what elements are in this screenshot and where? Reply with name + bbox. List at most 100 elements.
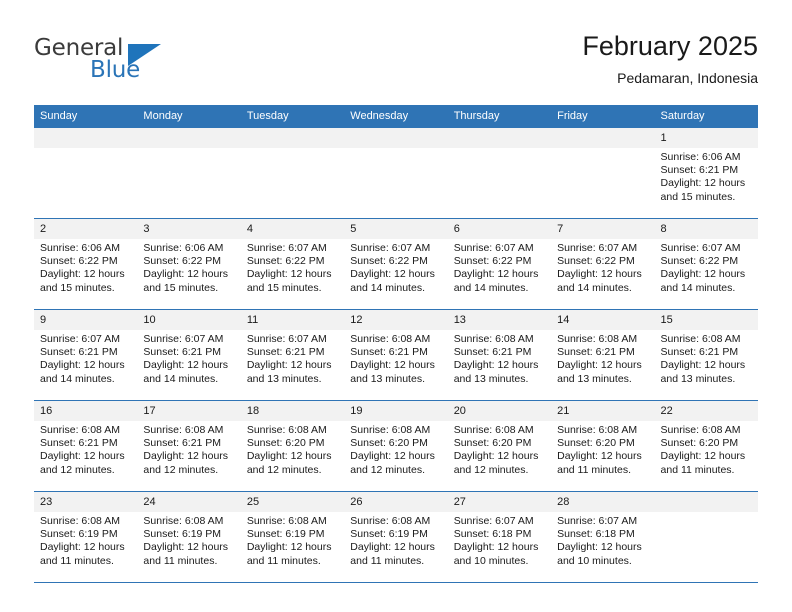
day-details: Sunrise: 6:08 AM Sunset: 6:20 PM Daylight:… — [551, 421, 654, 477]
calendar-day-cell[interactable] — [551, 128, 655, 219]
day-number: 23 — [34, 492, 138, 512]
daylight-text-line1: Daylight: 12 hours — [246, 268, 332, 281]
calendar-day-cell[interactable]: 4 Sunrise: 6:07 AM Sunset: 6:22 PM Daylight… — [240, 218, 345, 310]
daylight-text-line2: and 12 minutes. — [453, 463, 529, 476]
calendar-day-cell[interactable]: 21 Sunrise: 6:08 AM Sunset: 6:20 PM Dayligh… — [551, 400, 655, 492]
calendar-day-cell[interactable]: 7 Sunrise: 6:07 AM Sunset: 6:22 PM Daylight… — [551, 218, 655, 310]
day-number: 14 — [551, 310, 655, 330]
sunset-text: Sunset: 6:18 PM — [557, 528, 635, 541]
day-details: Sunrise: 6:06 AM Sunset: 6:22 PM Daylight:… — [137, 239, 240, 295]
daylight-text-line2: and 12 minutes. — [246, 463, 322, 476]
calendar-day-cell[interactable]: 14 Sunrise: 6:08 AM Sunset: 6:21 PM Dayligh… — [551, 309, 655, 401]
calendar-day-cell[interactable]: 12 Sunrise: 6:08 AM Sunset: 6:21 PM Dayligh… — [344, 309, 448, 401]
day-details: Sunrise: 6:08 AM Sunset: 6:21 PM Daylight:… — [137, 421, 240, 477]
calendar-day-cell[interactable]: 1 Sunrise: 6:06 AM Sunset: 6:21 PM Daylight… — [654, 128, 758, 219]
sunset-text: Sunset: 6:22 PM — [246, 255, 325, 268]
daylight-text-line1: Daylight: 12 hours — [350, 268, 435, 281]
daylight-text-line2: and 13 minutes. — [246, 372, 322, 385]
day-number: 12 — [344, 310, 448, 330]
daylight-text-line1: Daylight: 12 hours — [557, 450, 642, 463]
calendar-day-cell[interactable]: 10 Sunrise: 6:07 AM Sunset: 6:21 PM Dayligh… — [137, 309, 241, 401]
calendar-day-cell[interactable]: 20 Sunrise: 6:08 AM Sunset: 6:20 PM Dayligh… — [447, 400, 552, 492]
calendar-day-cell[interactable]: 23 Sunrise: 6:08 AM Sunset: 6:19 PM Dayligh… — [34, 491, 138, 583]
calendar-day-cell[interactable] — [654, 491, 758, 583]
weekday-header-friday: Friday — [551, 105, 655, 128]
calendar-day-cell[interactable]: 6 Sunrise: 6:07 AM Sunset: 6:22 PM Daylight… — [447, 218, 552, 310]
calendar-day-cell[interactable]: 25 Sunrise: 6:08 AM Sunset: 6:19 PM Dayligh… — [240, 491, 345, 583]
calendar-day-cell[interactable] — [137, 128, 241, 219]
calendar-day-cell[interactable] — [34, 128, 138, 219]
daylight-text-line1: Daylight: 12 hours — [350, 541, 435, 554]
day-number: 27 — [447, 492, 552, 512]
daylight-text-line1: Daylight: 12 hours — [143, 359, 229, 372]
calendar-day-cell[interactable]: 5 Sunrise: 6:07 AM Sunset: 6:22 PM Daylight… — [344, 218, 448, 310]
calendar-day-cell[interactable]: 11 Sunrise: 6:07 AM Sunset: 6:21 PM Dayligh… — [240, 309, 345, 401]
sunset-text: Sunset: 6:21 PM — [143, 437, 222, 450]
daylight-text-line2: and 13 minutes. — [557, 372, 632, 385]
calendar-day-cell[interactable]: 26 Sunrise: 6:08 AM Sunset: 6:19 PM Dayligh… — [344, 491, 448, 583]
daylight-text-line1: Daylight: 12 hours — [143, 541, 229, 554]
calendar-day-cell[interactable] — [447, 128, 552, 219]
daylight-text-line2: and 14 minutes. — [40, 372, 115, 385]
daylight-text-line2: and 15 minutes. — [246, 281, 322, 294]
calendar-day-cell[interactable]: 27 Sunrise: 6:07 AM Sunset: 6:18 PM Dayligh… — [447, 491, 552, 583]
day-details: Sunrise: 6:08 AM Sunset: 6:20 PM Daylight:… — [655, 421, 758, 477]
calendar-day-cell[interactable]: 24 Sunrise: 6:08 AM Sunset: 6:19 PM Dayligh… — [137, 491, 241, 583]
calendar-day-cell[interactable]: 8 Sunrise: 6:07 AM Sunset: 6:22 PM Daylight… — [654, 218, 758, 310]
sunrise-text: Sunrise: 6:07 AM — [350, 242, 431, 254]
sunset-text: Sunset: 6:22 PM — [350, 255, 428, 268]
day-details — [344, 148, 447, 151]
day-details — [551, 148, 654, 151]
daylight-text-line2: and 11 minutes. — [143, 554, 218, 567]
day-details: Sunrise: 6:07 AM Sunset: 6:18 PM Daylight:… — [551, 512, 654, 568]
daylight-text-line2: and 14 minutes. — [350, 281, 425, 294]
sunset-text: Sunset: 6:19 PM — [246, 528, 325, 541]
daylight-text-line2: and 14 minutes. — [143, 372, 219, 385]
daylight-text-line2: and 15 minutes. — [660, 190, 736, 203]
daylight-text-line2: and 11 minutes. — [40, 554, 114, 567]
logo-text-blue: Blue — [90, 57, 141, 83]
calendar-day-cell[interactable]: 15 Sunrise: 6:08 AM Sunset: 6:21 PM Dayligh… — [654, 309, 758, 401]
daylight-text-line1: Daylight: 12 hours — [557, 541, 642, 554]
sunset-text: Sunset: 6:21 PM — [350, 346, 428, 359]
day-details: Sunrise: 6:08 AM Sunset: 6:19 PM Daylight:… — [34, 512, 137, 568]
day-details: Sunrise: 6:06 AM Sunset: 6:22 PM Daylight:… — [34, 239, 137, 295]
sunrise-text: Sunrise: 6:07 AM — [453, 515, 534, 527]
sunrise-text: Sunrise: 6:07 AM — [557, 515, 638, 527]
day-number — [654, 492, 758, 512]
daylight-text-line1: Daylight: 12 hours — [453, 450, 539, 463]
calendar-day-cell[interactable]: 19 Sunrise: 6:08 AM Sunset: 6:20 PM Dayligh… — [344, 400, 448, 492]
day-number: 20 — [447, 401, 552, 421]
calendar-day-cell[interactable] — [240, 128, 345, 219]
calendar-day-cell[interactable]: 2 Sunrise: 6:06 AM Sunset: 6:22 PM Daylight… — [34, 218, 138, 310]
sunset-text: Sunset: 6:20 PM — [453, 437, 532, 450]
day-details: Sunrise: 6:08 AM Sunset: 6:21 PM Daylight:… — [448, 330, 551, 386]
calendar-week-row: 1 Sunrise: 6:06 AM Sunset: 6:21 PM Daylight… — [34, 128, 758, 219]
calendar-day-cell[interactable]: 16 Sunrise: 6:08 AM Sunset: 6:21 PM Dayligh… — [34, 400, 138, 492]
calendar-day-cell[interactable]: 13 Sunrise: 6:08 AM Sunset: 6:21 PM Dayligh… — [447, 309, 552, 401]
day-number: 7 — [551, 219, 655, 239]
sunrise-text: Sunrise: 6:07 AM — [246, 333, 327, 345]
day-details: Sunrise: 6:07 AM Sunset: 6:22 PM Daylight:… — [655, 239, 758, 295]
daylight-text-line1: Daylight: 12 hours — [557, 268, 642, 281]
calendar-day-cell[interactable]: 3 Sunrise: 6:06 AM Sunset: 6:22 PM Daylight… — [137, 218, 241, 310]
calendar-day-cell[interactable]: 9 Sunrise: 6:07 AM Sunset: 6:21 PM Daylight… — [34, 309, 138, 401]
daylight-text-line1: Daylight: 12 hours — [660, 450, 746, 463]
calendar-table: Sunday Monday Tuesday Wednesday Thursday… — [34, 105, 758, 583]
day-details: Sunrise: 6:07 AM Sunset: 6:22 PM Daylight:… — [344, 239, 447, 295]
page-header: General Blue February 2025 Pedamaran, In… — [34, 30, 758, 96]
daylight-text-line2: and 11 minutes. — [246, 554, 321, 567]
calendar-day-cell[interactable]: 18 Sunrise: 6:08 AM Sunset: 6:20 PM Dayligh… — [240, 400, 345, 492]
sunset-text: Sunset: 6:19 PM — [143, 528, 222, 541]
general-blue-logo[interactable]: General Blue — [34, 35, 254, 95]
calendar-day-cell[interactable]: 17 Sunrise: 6:08 AM Sunset: 6:21 PM Dayligh… — [137, 400, 241, 492]
calendar-day-cell[interactable]: 28 Sunrise: 6:07 AM Sunset: 6:18 PM Dayligh… — [551, 491, 655, 583]
sunset-text: Sunset: 6:22 PM — [453, 255, 532, 268]
calendar-day-cell[interactable] — [344, 128, 448, 219]
daylight-text-line1: Daylight: 12 hours — [660, 268, 746, 281]
day-details: Sunrise: 6:08 AM Sunset: 6:19 PM Daylight:… — [241, 512, 344, 568]
sunrise-text: Sunrise: 6:08 AM — [660, 424, 741, 436]
daylight-text-line2: and 10 minutes. — [557, 554, 632, 567]
calendar-day-cell[interactable]: 22 Sunrise: 6:08 AM Sunset: 6:20 PM Dayligh… — [654, 400, 758, 492]
sunset-text: Sunset: 6:18 PM — [453, 528, 532, 541]
